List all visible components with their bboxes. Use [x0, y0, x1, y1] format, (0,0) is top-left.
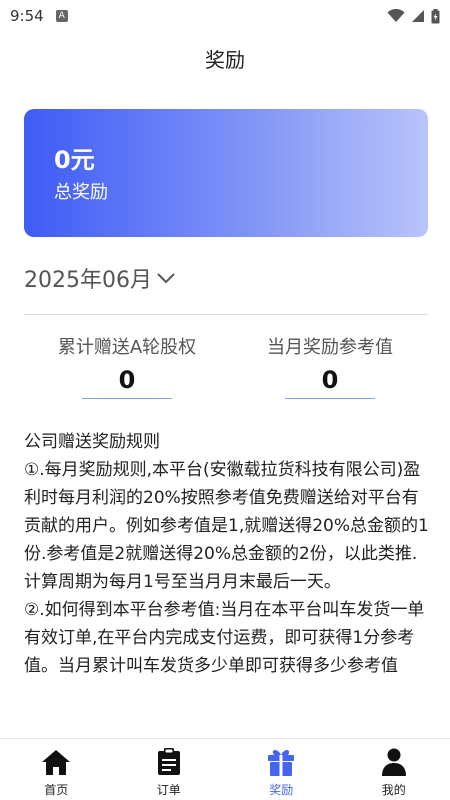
- stat-label: 累计赠送A轮股权: [57, 337, 197, 358]
- total-reward-amount: 0元: [54, 146, 95, 174]
- nav-item-rewards[interactable]: 奖励: [225, 739, 338, 800]
- divider: [24, 314, 428, 315]
- month-selector[interactable]: 2025年06月: [24, 262, 176, 294]
- month-selector-value: 2025年06月: [24, 268, 152, 293]
- total-reward-card: 0元 总奖励: [24, 109, 428, 237]
- stat-value: 0: [285, 366, 375, 399]
- clipboard-icon: [154, 747, 184, 777]
- nav-label: 我的: [381, 783, 406, 797]
- reward-rules: 公司赠送奖励规则 ①.每月奖励规则,本平台(安徽载拉货科技有限公司)盈利时每月利…: [24, 428, 430, 680]
- status-icons: [387, 8, 440, 24]
- chevron-down-icon: [157, 273, 175, 284]
- rules-paragraph: ①.每月奖励规则,本平台(安徽载拉货科技有限公司)盈利时每月利润的20%按照参考…: [24, 460, 429, 592]
- signal-icon: [412, 10, 424, 22]
- wifi-icon: [387, 9, 405, 22]
- nav-label: 首页: [44, 783, 69, 797]
- total-reward-label: 总奖励: [54, 182, 108, 203]
- home-icon: [41, 747, 71, 777]
- user-icon: [379, 747, 409, 777]
- battery-icon: [431, 8, 440, 23]
- nav-item-orders[interactable]: 订单: [113, 739, 226, 800]
- nav-label: 奖励: [269, 783, 294, 797]
- nav-item-profile[interactable]: 我的: [338, 739, 450, 800]
- rules-paragraph: ②.如何得到本平台参考值:当月在本平台叫车发货一单有效订单,在平台内完成支付运费…: [24, 600, 425, 676]
- stat-monthly-reference: 当月奖励参考值 0: [230, 336, 430, 399]
- stat-label: 当月奖励参考值: [267, 337, 393, 358]
- stat-cumulative-equity: 累计赠送A轮股权 0: [27, 336, 227, 399]
- status-time: 9:54: [10, 7, 44, 25]
- stat-value: 0: [82, 366, 172, 399]
- bottom-nav: 首页 订单 奖励 我的: [0, 738, 450, 800]
- status-bar: 9:54 A: [0, 0, 450, 32]
- notification-badge-icon: A: [55, 10, 68, 22]
- page-title: 奖励: [205, 48, 245, 72]
- nav-item-home[interactable]: 首页: [0, 739, 113, 800]
- rules-title: 公司赠送奖励规则: [24, 432, 160, 452]
- nav-label: 订单: [156, 783, 181, 797]
- gift-icon: [266, 747, 296, 777]
